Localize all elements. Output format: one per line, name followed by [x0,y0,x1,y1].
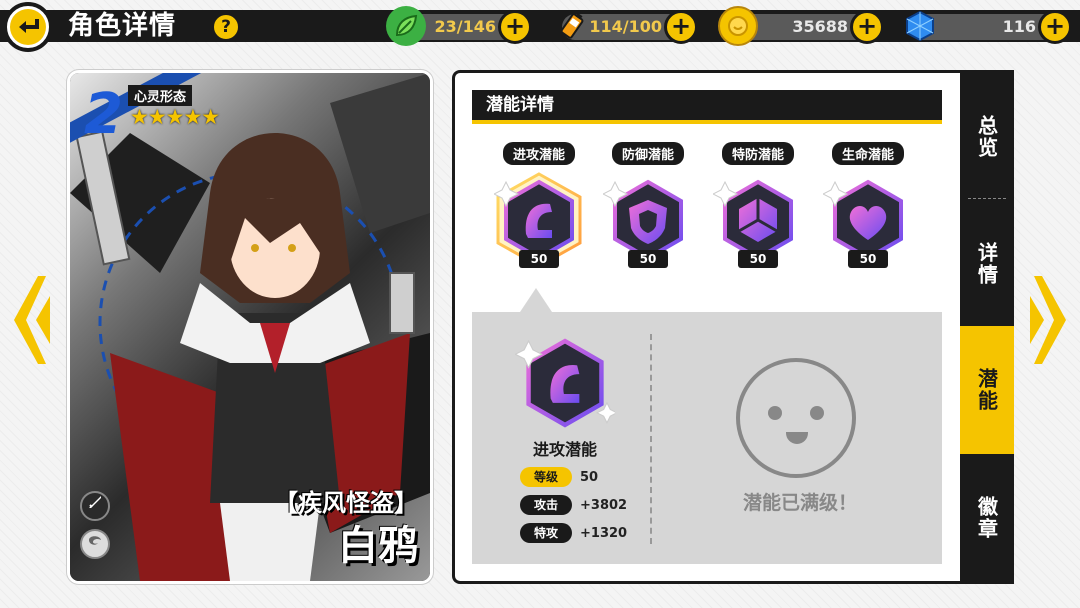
add-stamina-button[interactable]: + [498,10,532,44]
potential-label: 防御潜能 [611,142,684,165]
stat-value: 50 [580,469,599,485]
selected-potential-name: 进攻潜能 [532,440,597,459]
tab-badge[interactable]: 徽章 [960,458,1014,578]
smiley-face-icon [736,358,856,478]
potential-label: 生命潜能 [831,142,904,165]
help-button[interactable]: ? [212,13,240,41]
character-name: 白鸦 [338,523,418,569]
tab-overview[interactable]: 总览 [960,82,1014,192]
tab-details[interactable]: 详情 [960,204,1014,324]
energy-value: 114/100 [589,17,662,36]
stat-value: +3802 [580,497,628,513]
tab-separator [968,198,1006,199]
add-energy-button[interactable]: + [664,10,698,44]
side-tab-bar: 总览 详情 潜能 徽章 [960,70,1014,584]
stat-key: 等级 [520,467,572,487]
next-character-arrow-icon[interactable] [1030,272,1070,368]
potential-label: 特防潜能 [721,142,794,165]
top-bar: 角色详情 ? 23/146 + 114/100 + 35688 + 116 + [0,0,1080,54]
gems-value: 116 [1002,17,1036,36]
rank-number: 2 [84,82,123,147]
previous-character-arrow-icon[interactable] [10,272,50,368]
add-gems-button[interactable]: + [1038,10,1072,44]
coins-value: 35688 [792,17,848,36]
weapon-type-icon [80,491,110,521]
potential-maxed-message: 潜能已满级！ [742,492,857,514]
tab-special-defense-potential[interactable]: 特防潜能 [708,142,808,165]
back-arrow-icon [10,9,46,45]
stat-row-attack: 攻击 +3802 [520,495,627,515]
tab-potential[interactable]: 潜能 [960,326,1014,454]
form-label: 心灵形态 [128,85,193,106]
stat-value: +1320 [580,525,628,541]
potential-level-badge: 50 [738,250,778,268]
stat-key: 特攻 [520,523,572,543]
gem-icon [900,6,940,46]
coin-icon [718,6,758,46]
tab-life-potential[interactable]: 生命潜能 [818,142,918,165]
stamina-counter: 23/146 + [386,6,532,46]
potential-level-badge: 50 [519,250,559,268]
stat-row-level: 等级 50 [520,467,598,487]
potential-level-badge: 50 [628,250,668,268]
back-button[interactable] [3,2,53,52]
character-card[interactable]: 2 心灵形态 ★★★★★ 【疾风怪盗】 白鸦 [67,70,433,584]
battery-icon [552,6,592,46]
energy-counter: 114/100 + [560,10,698,44]
selected-attack-potential-icon [514,330,619,436]
selection-pointer [520,288,552,312]
add-coins-button[interactable]: + [850,10,884,44]
stat-key: 攻击 [520,495,572,515]
page-title: 角色详情 [68,11,177,41]
coins-counter: 35688 + [718,6,884,46]
star-rating: ★★★★★ [130,105,220,129]
potential-level-badge: 50 [848,250,888,268]
section-title: 潜能详情 [472,90,942,124]
stamina-value: 23/146 [434,17,496,36]
stat-row-special-attack: 特攻 +1320 [520,523,627,543]
leaf-icon [386,6,426,46]
gems-counter: 116 + [906,10,1072,44]
tab-defense-potential[interactable]: 防御潜能 [598,142,698,165]
wind-element-icon [80,529,110,559]
tab-attack-potential[interactable]: 进攻潜能 [489,142,589,165]
detail-divider [650,334,652,544]
potential-label: 进攻潜能 [502,142,575,165]
